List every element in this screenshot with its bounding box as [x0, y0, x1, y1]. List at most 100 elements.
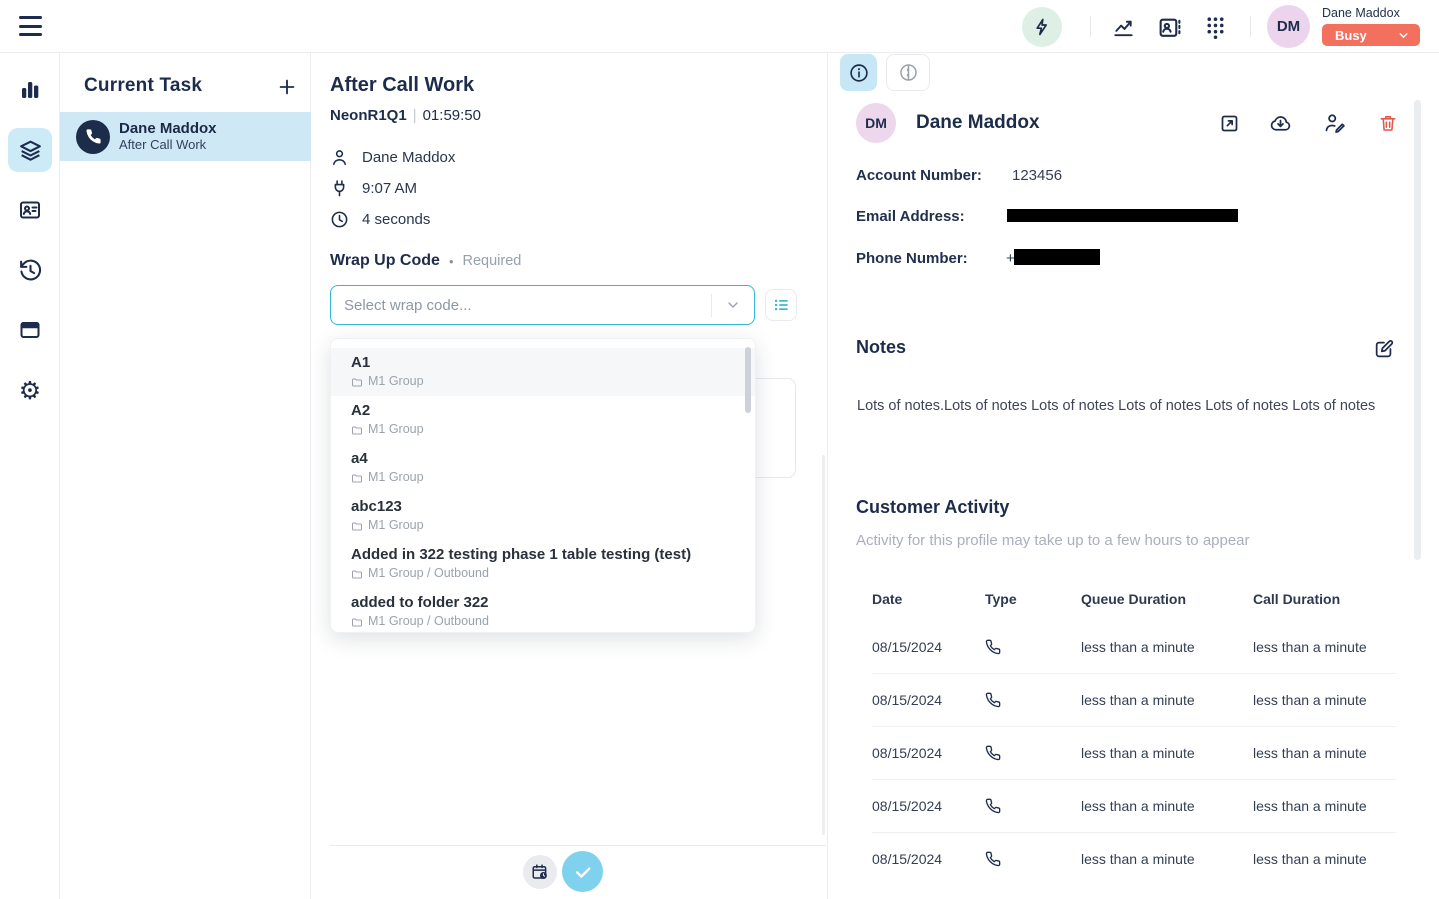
required-label: Required: [463, 253, 522, 269]
start-time-row: 9:07 AM: [330, 179, 417, 198]
wrap-code-input[interactable]: [331, 297, 711, 314]
sidebar-item-settings[interactable]: ⚙: [8, 368, 52, 412]
history-icon: [18, 258, 43, 283]
phone-call-icon: [985, 851, 1081, 867]
customer-activity-subtitle: Activity for this profile may take up to…: [856, 532, 1250, 549]
avatar-initials: DM: [865, 115, 887, 131]
select-chevron-button[interactable]: [712, 297, 754, 313]
cloud-download-icon: [1268, 112, 1293, 135]
dropdown-scrollbar[interactable]: [745, 347, 751, 413]
complete-task-button[interactable]: [562, 851, 603, 892]
status-label: Busy: [1335, 28, 1367, 43]
phone-call-icon: [985, 639, 1081, 655]
wrap-code-dropdown: A1 M1 Group A2 M1 Group a4 M1 Group abc1…: [330, 338, 756, 633]
activity-row[interactable]: 08/15/2024 less than a minute less than …: [872, 779, 1396, 832]
activity-date: 08/15/2024: [872, 798, 985, 814]
quick-actions-button[interactable]: [1022, 7, 1062, 47]
add-task-button[interactable]: [275, 75, 299, 99]
option-title: a4: [351, 449, 735, 469]
sidebar-item-analytics[interactable]: [8, 68, 52, 112]
account-number-label: Account Number:: [856, 167, 982, 184]
task-detail-title: After Call Work: [330, 74, 474, 97]
check-icon: [573, 862, 593, 882]
call-duration: less than a minute: [1253, 745, 1396, 761]
folder-icon: [351, 616, 363, 628]
phone-call-icon: [985, 745, 1081, 761]
activity-row[interactable]: 08/15/2024 less than a minute less than …: [872, 673, 1396, 726]
settings-gear-icon: ⚙: [19, 378, 41, 403]
wrap-code-option[interactable]: A1 M1 Group: [331, 348, 755, 396]
contact-card-icon: [1157, 15, 1182, 40]
status-dropdown[interactable]: Busy: [1322, 24, 1420, 46]
start-time: 9:07 AM: [362, 180, 417, 197]
col-date: Date: [872, 591, 985, 607]
edit-profile-button[interactable]: [1321, 111, 1347, 135]
line-chart-icon: [1111, 16, 1136, 39]
dialpad-button[interactable]: [1202, 15, 1228, 39]
brain-icon: [898, 62, 919, 83]
list-icon: [772, 296, 790, 314]
option-title: A2: [351, 401, 735, 421]
chevron-down-icon: [725, 297, 741, 313]
browse-wrap-codes-button[interactable]: [765, 289, 797, 321]
user-avatar[interactable]: DM: [1267, 5, 1310, 48]
folder-icon: [351, 520, 363, 532]
phone-icon: [85, 128, 102, 145]
task-list-item[interactable]: Dane Maddox After Call Work: [60, 112, 311, 161]
tab-ai-insights[interactable]: [886, 54, 930, 91]
task-detail-panel: After Call Work NeonR1Q1|01:59:50 Dane M…: [311, 53, 828, 899]
col-call-duration: Call Duration: [1253, 591, 1396, 607]
schedule-button[interactable]: [523, 855, 557, 889]
calendar-clock-icon: [531, 863, 549, 881]
duration-row: 4 seconds: [330, 210, 430, 229]
tasks-layers-icon: [18, 138, 43, 163]
open-profile-button[interactable]: [1216, 111, 1242, 135]
activity-row[interactable]: 08/15/2024 less than a minute less than …: [872, 620, 1396, 673]
sidebar-item-history[interactable]: [8, 248, 52, 292]
activity-date: 08/15/2024: [872, 745, 985, 761]
folder-icon: [351, 568, 363, 580]
task-contact-name: Dane Maddox: [119, 120, 217, 137]
right-panel-scrollbar[interactable]: [1414, 100, 1421, 560]
trash-icon: [1378, 112, 1398, 134]
download-profile-button[interactable]: [1267, 111, 1293, 135]
reporting-button[interactable]: [1110, 15, 1136, 39]
contacts-button[interactable]: [1156, 15, 1182, 39]
activity-row[interactable]: 08/15/2024 less than a minute less than …: [872, 726, 1396, 779]
delete-profile-button[interactable]: [1375, 111, 1401, 135]
browser-window-icon: [18, 318, 42, 342]
queue-name: NeonR1Q1: [330, 107, 407, 124]
profile-avatar: DM: [856, 103, 896, 143]
option-group: M1 Group / Outbound: [368, 565, 489, 582]
current-task-title: Current Task: [84, 75, 202, 97]
separator: |: [407, 107, 423, 124]
sidebar-item-contacts[interactable]: [8, 188, 52, 232]
tab-profile-info[interactable]: [840, 54, 877, 91]
current-task-panel: Current Task Dane Maddox After Call Work: [60, 53, 311, 899]
dialpad-icon: [1203, 14, 1228, 40]
sidebar-item-tasks[interactable]: [8, 128, 52, 172]
person-icon: [330, 148, 349, 167]
wrap-code-option[interactable]: abc123 M1 Group: [331, 492, 755, 540]
contact-row: Dane Maddox: [330, 148, 455, 167]
wrap-code-option[interactable]: a4 M1 Group: [331, 444, 755, 492]
contact-name: Dane Maddox: [362, 149, 455, 166]
hamburger-menu-icon[interactable]: [19, 16, 42, 36]
wrap-code-option[interactable]: Added in 322 testing phase 1 table testi…: [331, 540, 755, 588]
person-edit-icon: [1323, 112, 1346, 134]
left-nav-rail: ⚙: [0, 53, 60, 899]
topbar-divider: [1250, 16, 1251, 37]
wrap-code-select[interactable]: [330, 285, 755, 325]
wrap-code-option[interactable]: A2 M1 Group: [331, 396, 755, 444]
option-group: M1 Group: [368, 373, 424, 390]
phone-call-icon: [985, 692, 1081, 708]
phone-task-avatar: [76, 120, 110, 154]
wrap-code-option[interactable]: added to folder 322 M1 Group / Outbound: [331, 588, 755, 633]
lightning-icon: [1032, 17, 1052, 37]
call-duration: less than a minute: [1253, 639, 1396, 655]
account-number-value: 123456: [1012, 167, 1062, 184]
activity-row[interactable]: 08/15/2024 less than a minute less than …: [872, 832, 1396, 885]
edit-notes-button[interactable]: [1372, 337, 1396, 361]
sidebar-item-browser[interactable]: [8, 308, 52, 352]
middle-panel-scrollbar[interactable]: [822, 455, 825, 835]
